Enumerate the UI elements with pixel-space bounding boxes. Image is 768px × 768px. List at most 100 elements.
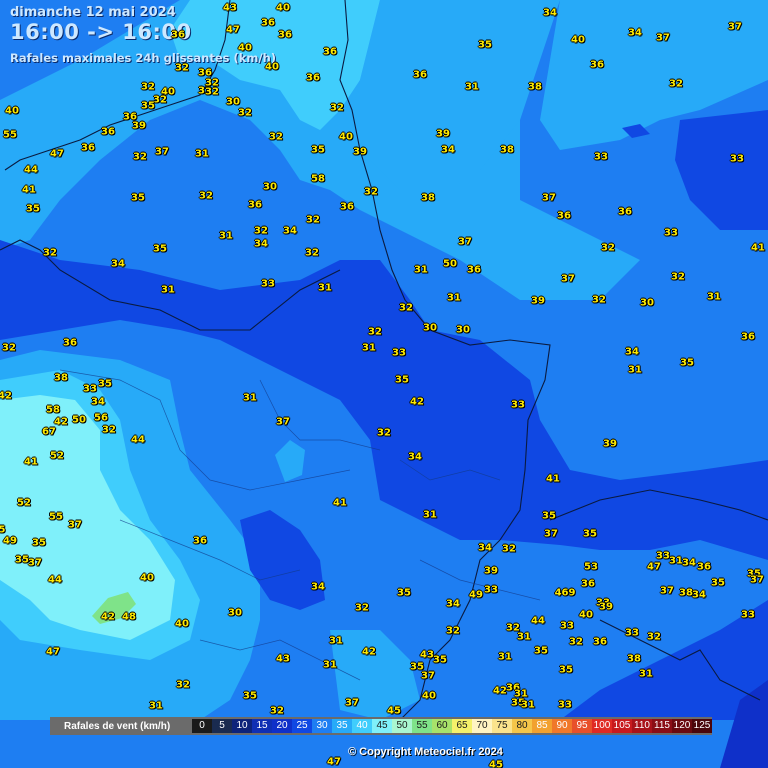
station-value: 36 xyxy=(593,636,607,648)
station-value: 42 xyxy=(493,685,507,697)
station-value: 41 xyxy=(333,497,347,509)
station-value: 30 xyxy=(228,607,242,619)
station-value: 31 xyxy=(219,230,233,242)
station-value: 31 xyxy=(323,659,337,671)
station-value: 36 xyxy=(63,337,77,349)
station-value: 40 xyxy=(265,61,279,73)
station-value: 36 xyxy=(697,561,711,573)
station-value: 34 xyxy=(478,542,492,554)
station-value: 36 xyxy=(467,264,481,276)
parameter-label: Rafales maximales 24h glissantes (km/h) xyxy=(10,51,277,65)
station-value: 41 xyxy=(24,456,38,468)
station-value: 32 xyxy=(102,424,116,436)
legend-swatch: 55 xyxy=(412,719,432,733)
station-value: 31 xyxy=(707,291,721,303)
station-value: 31 xyxy=(628,364,642,376)
station-value: 39 xyxy=(484,565,498,577)
station-value: 31 xyxy=(465,81,479,93)
legend-swatch: 100 xyxy=(592,719,612,733)
station-value: 35 xyxy=(131,192,145,204)
legend-swatch: 85 xyxy=(532,719,552,733)
station-value: 42 xyxy=(362,646,376,658)
station-value: 33 xyxy=(594,151,608,163)
station-value: 32 xyxy=(330,102,344,114)
legend-swatch: 95 xyxy=(572,719,592,733)
legend-swatch: 120 xyxy=(672,719,692,733)
station-value: 45 xyxy=(387,705,401,717)
station-value: 30 xyxy=(456,324,470,336)
station-value: 47 xyxy=(327,756,341,768)
station-value: 31 xyxy=(329,635,343,647)
station-value: 47 xyxy=(46,646,60,658)
station-value: 32 xyxy=(205,86,219,98)
station-value: 58 xyxy=(311,173,325,185)
station-value: 31 xyxy=(447,292,461,304)
station-value: 36 xyxy=(171,29,185,41)
station-value: 33 xyxy=(83,383,97,395)
station-value: 35 xyxy=(141,100,155,112)
station-value: 34 xyxy=(682,557,696,569)
station-value: 32 xyxy=(141,81,155,93)
station-value: 37 xyxy=(155,146,169,158)
station-value: 32 xyxy=(671,271,685,283)
station-value: 67 xyxy=(42,426,56,438)
station-value: 33 xyxy=(484,584,498,596)
station-value: 32 xyxy=(305,247,319,259)
station-value: 35 xyxy=(542,510,556,522)
station-value: 37 xyxy=(656,32,670,44)
wind-gust-map: dimanche 12 mai 2024 16:00 -> 16:00 Rafa… xyxy=(0,0,768,768)
station-value: 44 xyxy=(531,615,545,627)
legend-swatch: 125 xyxy=(692,719,712,733)
station-value: 36 xyxy=(278,29,292,41)
station-value: 42 xyxy=(54,416,68,428)
station-value: 35 xyxy=(32,537,46,549)
station-value: 40 xyxy=(339,131,353,143)
station-value: 34 xyxy=(408,451,422,463)
station-value: 42 xyxy=(0,390,12,402)
station-value: 33 xyxy=(560,620,574,632)
station-value: 48 xyxy=(122,611,136,623)
station-value: 37 xyxy=(561,273,575,285)
station-value: 31 xyxy=(498,651,512,663)
station-value: 44 xyxy=(24,164,38,176)
station-value: 36 xyxy=(81,142,95,154)
station-value: 31 xyxy=(195,148,209,160)
station-value: 31 xyxy=(423,509,437,521)
station-value: 30 xyxy=(423,322,437,334)
station-value: 35 xyxy=(478,39,492,51)
station-value: 38 xyxy=(500,144,514,156)
station-value: 32 xyxy=(2,342,16,354)
station-value: 32 xyxy=(153,94,167,106)
station-value: 53 xyxy=(584,561,598,573)
station-value: 32 xyxy=(446,625,460,637)
station-value: 43 xyxy=(276,653,290,665)
station-value: 35 xyxy=(15,554,29,566)
station-value: 36 xyxy=(618,206,632,218)
station-value: 37 xyxy=(750,574,764,586)
station-value: 32 xyxy=(269,131,283,143)
station-value: 35 xyxy=(153,243,167,255)
station-value: 35 xyxy=(559,664,573,676)
station-value: 40 xyxy=(5,105,19,117)
color-legend: Rafales de vent (km/h) 0 5 10 15 20 25 30 35 40 4… xyxy=(50,717,712,735)
station-value: 47 xyxy=(50,148,64,160)
station-value: 34 xyxy=(441,144,455,156)
station-value: 36 xyxy=(581,578,595,590)
station-value: 36 xyxy=(323,46,337,58)
station-value: 31 xyxy=(639,668,653,680)
station-value: 36 xyxy=(557,210,571,222)
station-value: 32 xyxy=(399,302,413,314)
station-value: 35 xyxy=(98,378,112,390)
station-value: 37 xyxy=(276,416,290,428)
copyright-notice: © Copyright Meteociel.fr 2024 xyxy=(348,746,503,758)
station-value: 56 xyxy=(94,412,108,424)
legend-swatch: 65 xyxy=(452,719,472,733)
station-value: 35 xyxy=(395,374,409,386)
station-value: 41 xyxy=(751,242,765,254)
station-value: 33 xyxy=(730,153,744,165)
station-value: 32 xyxy=(175,62,189,74)
station-value: 37 xyxy=(421,670,435,682)
station-value: 31 xyxy=(149,700,163,712)
station-value: 31 xyxy=(414,264,428,276)
station-value: 38 xyxy=(54,372,68,384)
